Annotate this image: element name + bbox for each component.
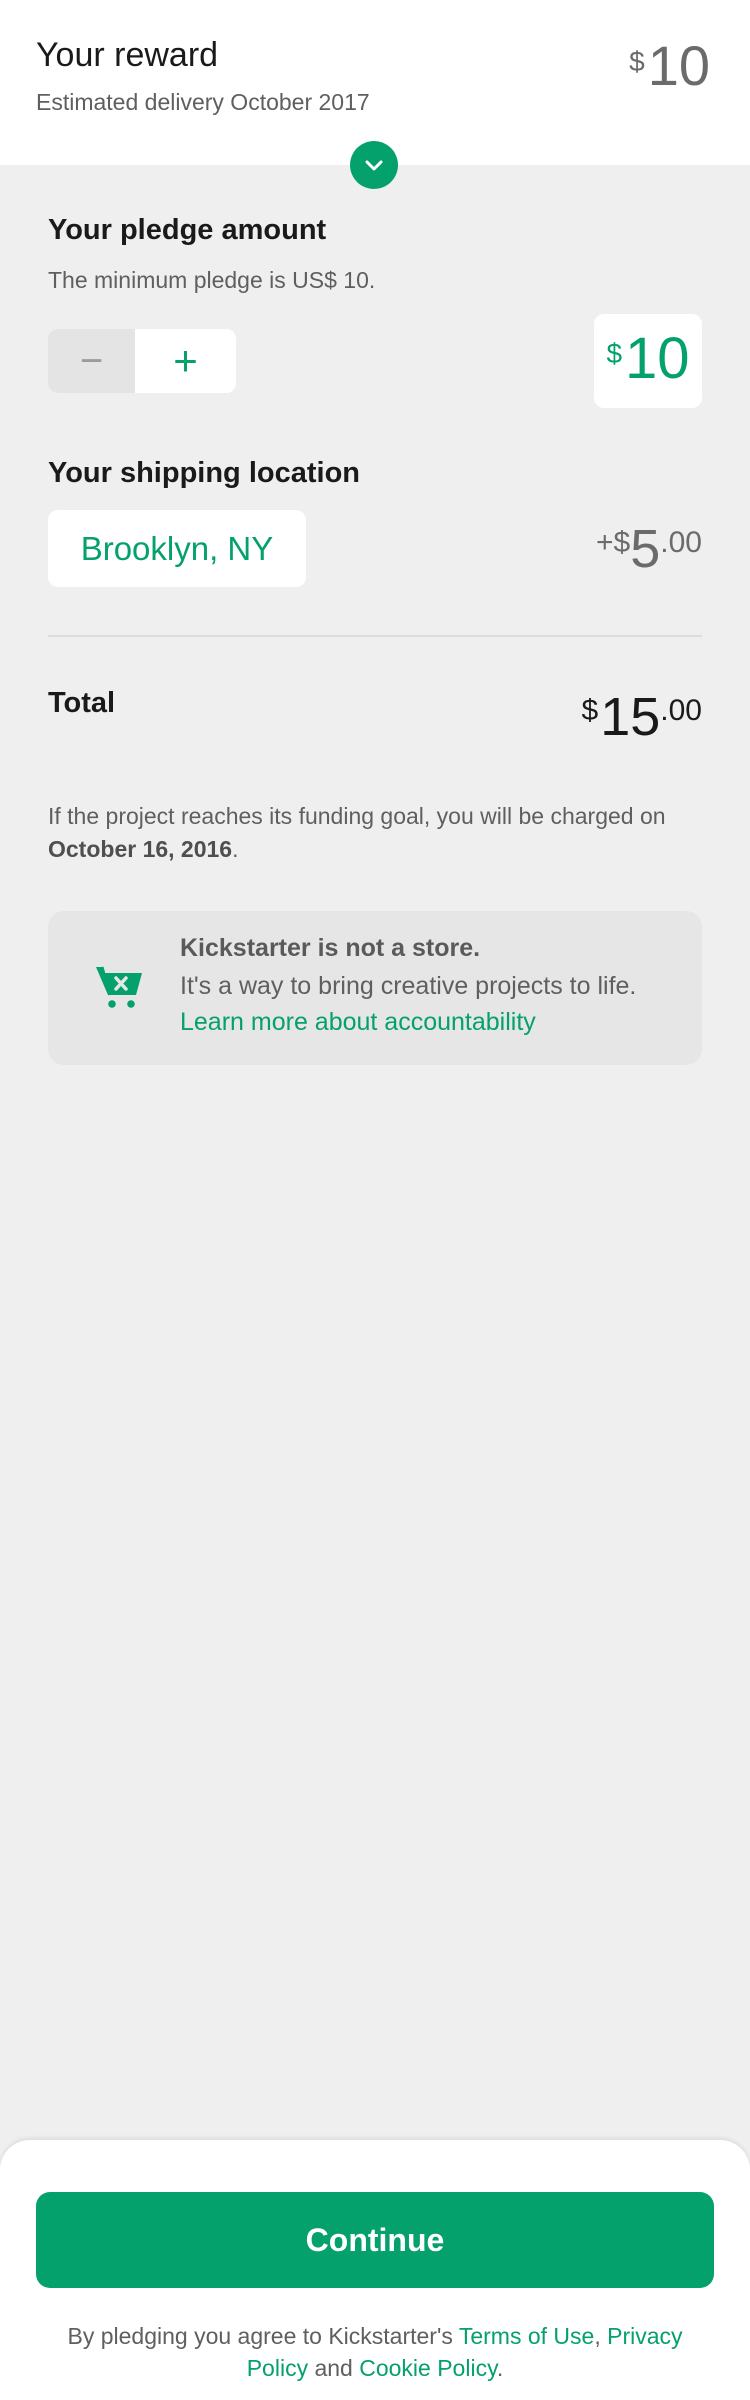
pledge-amount-value: 10 <box>625 326 690 391</box>
info-card-text: It's a way to bring creative projects to… <box>180 968 680 1040</box>
pledge-stepper: − + <box>48 329 236 393</box>
minimum-pledge-note: The minimum pledge is US$ 10. <box>48 267 376 293</box>
decrease-pledge-button[interactable]: − <box>48 329 135 393</box>
reward-currency: $ <box>629 46 645 77</box>
pledge-amount-title: Your pledge amount <box>48 214 327 246</box>
accountability-link[interactable]: Learn more about accountability <box>180 1008 536 1036</box>
total-label: Total <box>48 687 116 719</box>
increase-pledge-button[interactable]: + <box>135 329 236 393</box>
total-amount: $ 15 .00 <box>582 690 702 744</box>
info-card-title: Kickstarter is not a store. <box>180 934 481 962</box>
shipping-location-button[interactable]: Brooklyn, NY <box>48 510 306 587</box>
not-a-store-card: Kickstarter is not a store. It's a way t… <box>48 911 702 1065</box>
cookie-policy-link[interactable]: Cookie Policy <box>359 2355 497 2381</box>
pledge-footer: Continue By pledging you agree to Kickst… <box>0 2140 750 2400</box>
reward-delivery-estimate: Estimated delivery October 2017 <box>36 89 370 115</box>
pledge-amount-input[interactable]: $ 10 <box>594 314 702 408</box>
pledge-currency: $ <box>606 338 623 369</box>
reward-title: Your reward <box>36 36 219 74</box>
divider <box>48 635 702 637</box>
total-currency: $ <box>581 694 599 727</box>
terms-of-use-link[interactable]: Terms of Use <box>459 2323 594 2349</box>
legal-sep-2: and <box>308 2355 360 2381</box>
charge-date: October 16, 2016 <box>48 836 233 862</box>
shipping-cost-whole: 5 <box>630 519 661 579</box>
total-whole: 15 <box>600 687 661 747</box>
shipping-cost-decimal: .00 <box>660 526 702 559</box>
shipping-location-title: Your shipping location <box>48 457 361 489</box>
charge-note-text: If the project reaches its funding goal,… <box>48 803 666 829</box>
reward-amount-value: 10 <box>647 34 710 97</box>
total-decimal: .00 <box>660 694 702 727</box>
cart-x-icon <box>96 966 142 1008</box>
expand-reward-button[interactable] <box>350 141 398 189</box>
legal-end: . <box>496 2355 504 2381</box>
charge-note-end: . <box>232 836 239 862</box>
info-card-body: It's a way to bring creative projects to… <box>180 972 637 1000</box>
continue-button[interactable]: Continue <box>36 2192 714 2288</box>
chevron-down-icon <box>365 160 383 171</box>
legal-prefix: By pledging you agree to Kickstarter's <box>67 2323 459 2349</box>
shipping-cost-prefix: +$ <box>596 526 631 559</box>
legal-note: By pledging you agree to Kickstarter's T… <box>60 2320 690 2384</box>
legal-sep-1: , <box>594 2323 608 2349</box>
charge-date-note: If the project reaches its funding goal,… <box>48 800 688 866</box>
reward-amount: $ 10 <box>629 38 710 94</box>
shipping-cost: +$ 5 .00 <box>596 520 702 576</box>
